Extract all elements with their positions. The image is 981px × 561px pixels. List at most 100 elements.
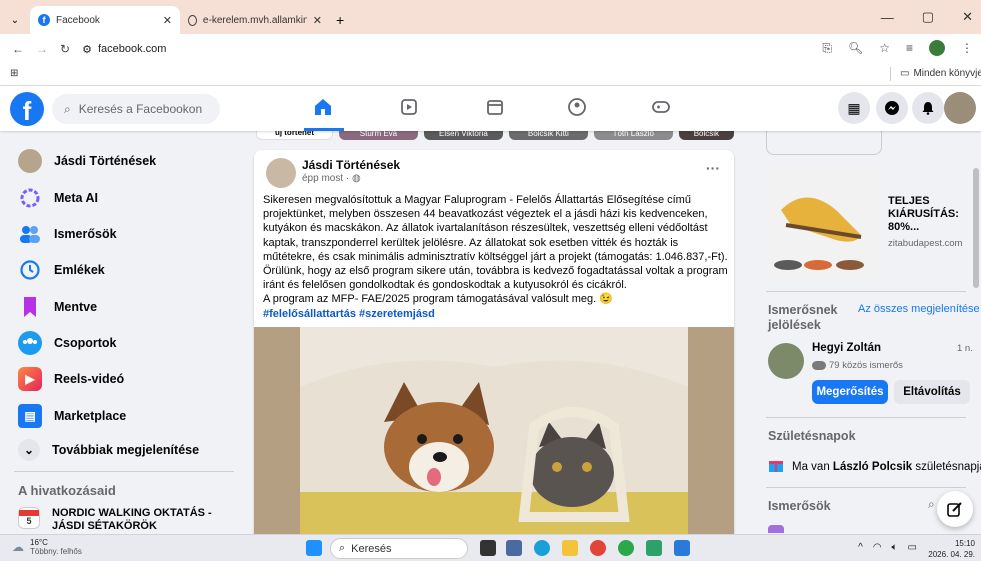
nav-groups-icon[interactable] xyxy=(558,92,596,122)
restore-icon[interactable]: ▢ xyxy=(922,9,934,25)
facebook-search-input[interactable]: ⌕ Keresés a Facebookon xyxy=(52,94,220,124)
sidebar-item-label: Ismerősök xyxy=(54,227,117,241)
site-info-icon[interactable]: ⚙ xyxy=(82,43,92,56)
reading-list-icon[interactable]: ≡ xyxy=(906,41,913,55)
sidebar-item-marketplace[interactable]: ▤ Marketplace xyxy=(18,404,126,428)
birthday-prefix: Ma van xyxy=(792,460,833,473)
forward-icon[interactable]: → xyxy=(36,42,48,56)
post-photo[interactable] xyxy=(254,327,734,540)
tray-chevron-up-icon[interactable]: ^ xyxy=(858,542,863,553)
saved-icon xyxy=(18,295,42,319)
post-paragraph: Sikeresen megvalósítottuk a Magyar Falup… xyxy=(263,194,728,263)
weather-widget[interactable]: ☁ 16°C Többny. felhős xyxy=(12,538,82,556)
back-icon[interactable]: ← xyxy=(12,42,24,56)
address-bar-actions: ⎘ 🔍︎ ☆ ≡ ⋮ xyxy=(822,40,973,56)
email-app-icon[interactable] xyxy=(674,540,690,556)
ad-title[interactable]: TELJES KIÁRUSÍTÁS: 80%... xyxy=(888,195,978,234)
post-author-name[interactable]: Jásdi Történések xyxy=(302,158,400,172)
opera-browser-icon[interactable] xyxy=(590,540,606,556)
clock-time: 15:10 xyxy=(954,539,975,548)
sidebar-item-label: Továbbiak megjelenítése xyxy=(52,443,200,457)
birthday-notice[interactable]: Ma van László Polcsik születésnapja. xyxy=(768,457,981,476)
shortcut-nordic-walking[interactable]: 5 NORDIC WALKING OKTATÁS - JÁSDI SÉTAKÖR… xyxy=(18,507,212,533)
nav-gaming-icon[interactable] xyxy=(642,92,680,122)
weather-text: 16°C Többny. felhős xyxy=(30,538,82,556)
sidebar-item-label: Marketplace xyxy=(54,409,127,423)
tab-search-chevron-icon[interactable]: ⌄ xyxy=(0,6,30,34)
close-tab-icon[interactable]: ✕ xyxy=(313,14,322,27)
profile-avatar[interactable] xyxy=(929,40,945,56)
file-explorer-icon[interactable] xyxy=(562,540,578,556)
windows-taskbar: ☁ 16°C Többny. felhős ⌕ Keresés ^ ◠ 🔈︎ ▭… xyxy=(0,534,981,561)
post-author-avatar[interactable] xyxy=(266,158,296,188)
contacts-search-icon[interactable]: ⌕ xyxy=(928,497,935,512)
tab-facebook[interactable]: f Facebook ✕ xyxy=(30,6,180,34)
sidebar-show-more[interactable]: ⌄ Továbbiak megjelenítése xyxy=(18,439,199,461)
calculator-icon[interactable] xyxy=(506,540,522,556)
tab-e-kerelem[interactable]: e-kerelem.mvh.allamkincstar.g ✕ xyxy=(180,6,330,34)
taskbar-clock[interactable]: 15:10 2026. 04. 29. xyxy=(928,538,975,560)
post-timestamp[interactable]: épp most · ◍ xyxy=(302,173,361,184)
tab-title: Facebook xyxy=(56,14,100,26)
friend-request-avatar[interactable] xyxy=(768,343,804,379)
window-controls: — ▢ ✕ xyxy=(881,0,981,34)
facebook-logo[interactable]: f xyxy=(10,92,44,126)
windows-start-icon[interactable] xyxy=(306,540,322,556)
sidebar-item-reels[interactable]: ▶ Reels-videó xyxy=(18,367,124,391)
all-bookmarks-folder[interactable]: ▭ Minden könyvjelző xyxy=(900,68,981,79)
new-tab-button[interactable]: + xyxy=(330,6,344,34)
nav-marketplace-icon[interactable] xyxy=(476,92,514,122)
post-hashtags[interactable]: #felelősállattartás #szeretemjásd xyxy=(263,307,729,321)
apps-grid-icon[interactable]: ⊞ xyxy=(10,68,18,79)
friend-request-time: 1 n. xyxy=(957,343,973,354)
friend-request-name[interactable]: Hegyi Zoltán xyxy=(812,342,881,354)
sponsored-ad-image[interactable] xyxy=(766,165,880,279)
close-window-icon[interactable]: ✕ xyxy=(962,9,973,25)
page-scrollbar[interactable] xyxy=(973,168,979,288)
messenger-button[interactable] xyxy=(876,92,908,124)
feed-post: Jásdi Történések épp most · ◍ ··· Sikere… xyxy=(254,150,734,540)
install-app-icon[interactable]: ⎘ xyxy=(822,41,832,56)
sidebar-item-label: Csoportok xyxy=(54,336,117,350)
confirm-request-button[interactable]: Megerősítés xyxy=(812,380,888,404)
volume-icon[interactable]: 🔈︎ xyxy=(892,542,898,553)
zoom-icon[interactable]: 🔍︎ xyxy=(848,41,863,55)
notifications-bell-icon[interactable] xyxy=(912,92,944,124)
account-avatar[interactable] xyxy=(944,92,976,124)
menu-dots-icon[interactable]: ⋮ xyxy=(961,41,973,55)
right-divider xyxy=(766,487,966,488)
sidebar-item-jasdi-tortenesek[interactable]: Jásdi Történések xyxy=(18,149,156,173)
calendar-day: 5 xyxy=(26,516,32,526)
friend-requests-title: Ismerősnek jelölések xyxy=(768,303,838,332)
remove-request-button[interactable]: Eltávolítás xyxy=(894,380,970,404)
taskbar-search[interactable]: ⌕ Keresés xyxy=(330,538,468,559)
battery-icon[interactable]: ▭ xyxy=(908,542,917,553)
post-more-options-icon[interactable]: ··· xyxy=(706,160,720,176)
see-all-requests-link[interactable]: Az összes megjelenítése xyxy=(858,303,980,315)
spreadsheet-app-icon[interactable] xyxy=(646,540,662,556)
new-message-button[interactable] xyxy=(937,491,973,527)
nav-home-icon[interactable] xyxy=(304,92,342,122)
url-field[interactable]: ⚙ facebook.com xyxy=(82,43,166,56)
meta-ai-contact-avatar[interactable] xyxy=(768,525,784,533)
ad-domain: zitabudapest.com xyxy=(888,238,963,249)
sidebar-item-emlekek[interactable]: Emlékek xyxy=(18,258,105,282)
wifi-icon[interactable]: ◠ xyxy=(873,542,882,553)
sidebar-item-ismerosok[interactable]: Ismerősök xyxy=(18,222,117,246)
bookmark-star-icon[interactable]: ☆ xyxy=(879,41,890,55)
nav-video-icon[interactable] xyxy=(390,92,428,122)
task-view-icon[interactable] xyxy=(480,540,496,556)
reload-icon[interactable]: ↻ xyxy=(60,42,70,56)
close-tab-icon[interactable]: ✕ xyxy=(163,14,172,27)
minimize-icon[interactable]: — xyxy=(881,10,894,25)
sidebar-item-label: Reels-videó xyxy=(54,372,125,386)
sidebar-item-csoportok[interactable]: Csoportok xyxy=(18,331,117,355)
all-bookmarks-label: Minden könyvjelző xyxy=(913,68,981,79)
edge-browser-icon[interactable] xyxy=(534,540,550,556)
sidebar-item-meta-ai[interactable]: Meta AI xyxy=(18,186,98,210)
menu-grid-button[interactable]: ▦ xyxy=(838,92,870,124)
sidebar-item-mentve[interactable]: Mentve xyxy=(18,295,97,319)
shortcut-line2: JÁSDI SÉTAKÖRÖK xyxy=(52,520,157,532)
chrome-browser-icon[interactable] xyxy=(618,540,634,556)
birthday-name[interactable]: László Polcsik xyxy=(833,461,912,473)
